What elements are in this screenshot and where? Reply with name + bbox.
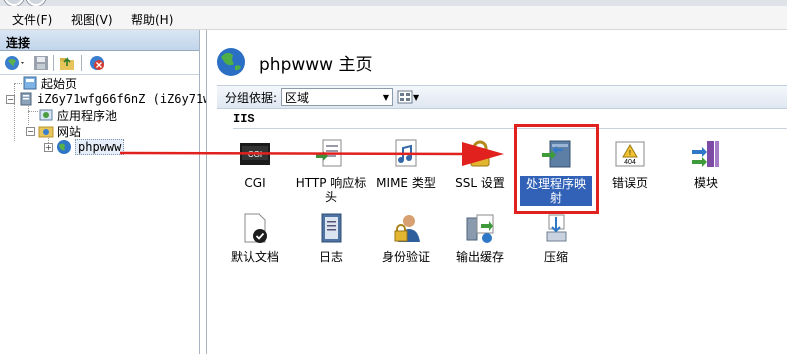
main-content-pane: phpwww 主页 分组依据: 区域 ▼ ▼ IIS [206, 30, 787, 354]
feature-ssl-settings[interactable]: SSL 设置 [444, 138, 516, 190]
server-icon [20, 92, 32, 106]
feature-label-output-caching: 输出缓存 [455, 250, 504, 264]
group-by-bar: 分组依据: 区域 ▼ ▼ [217, 85, 787, 109]
menu-view[interactable]: 视图(V) [71, 11, 113, 28]
annotation-highlight-box [514, 124, 599, 214]
svg-text:404: 404 [624, 159, 636, 166]
menu-help[interactable]: 帮助(H) [131, 11, 173, 28]
chevron-down-icon: ▼ [413, 92, 420, 102]
feature-modules[interactable]: 模块 [670, 138, 742, 190]
default-document-icon [238, 212, 272, 246]
feature-logging[interactable]: 日志 [295, 212, 367, 264]
http-response-headers-icon [314, 138, 348, 172]
feature-label-default-document: 默认文档 [230, 250, 279, 264]
svg-text:CGI: CGI [248, 150, 262, 159]
sites-folder-icon [38, 126, 54, 138]
group-by-value: 区域 [285, 90, 310, 105]
section-header-iis: IIS [233, 112, 787, 129]
feature-authentication[interactable]: 身份验证 [370, 212, 442, 264]
connections-header: 连接 [0, 30, 199, 51]
collapse-icon[interactable]: − [6, 94, 15, 104]
tree-label-server: iZ6y71wfg66f6nZ (iZ6y71wfg [37, 92, 225, 106]
mime-types-icon [389, 138, 423, 172]
modules-icon [689, 138, 723, 172]
tree-item-start-page[interactable]: 起始页 [22, 75, 77, 91]
connections-toolbar [0, 51, 199, 75]
group-by-select[interactable]: 区域 ▼ [281, 88, 394, 106]
feature-output-caching[interactable]: 输出缓存 [444, 212, 516, 264]
page-header: phpwww 主页 [215, 42, 372, 82]
feature-label-logging: 日志 [318, 250, 343, 264]
tree-label-sites: 网站 [57, 124, 82, 139]
connections-pane: 连接 起始页 − iZ6y71wfg66f6nZ (iZ6y71wfg 应用程序… [0, 30, 225, 354]
logging-icon [314, 212, 348, 246]
feature-label-http-response-headers: HTTP 响应标头 [295, 176, 367, 204]
compression-icon [539, 212, 573, 246]
menu-bar: 文件(F) 视图(V) 帮助(H) [0, 6, 787, 30]
feature-mime-types[interactable]: MIME 类型 [370, 138, 442, 190]
expand-icon[interactable]: + [44, 142, 53, 152]
feature-cgi[interactable]: CGI CGI [219, 138, 291, 190]
view-mode-button[interactable]: ▼ [397, 88, 423, 106]
output-caching-icon [463, 212, 497, 246]
feature-label-error-pages: 错误页 [611, 176, 648, 190]
ssl-settings-icon [463, 138, 497, 172]
feature-label-cgi: CGI [244, 176, 266, 190]
feature-compression[interactable]: 压缩 [520, 212, 592, 264]
start-page-icon [23, 76, 37, 90]
tree-label-site: phpwww [75, 139, 125, 155]
error-pages-icon: ! 404 [613, 138, 647, 172]
authentication-icon [389, 212, 423, 246]
tree-label-app-pools: 应用程序池 [57, 108, 118, 123]
app-pools-icon [39, 109, 53, 121]
feature-label-compression: 压缩 [543, 250, 568, 264]
chevron-down-icon: ▼ [382, 93, 390, 102]
feature-http-response-headers[interactable]: HTTP 响应标头 [295, 138, 367, 204]
view-grid-icon [397, 90, 413, 104]
group-by-label: 分组依据: [225, 90, 278, 105]
feature-default-document[interactable]: 默认文档 [219, 212, 291, 264]
tree-item-sites[interactable]: − 网站 [26, 123, 81, 139]
disconnect-icon[interactable] [88, 54, 106, 72]
up-folder-icon[interactable] [58, 54, 76, 72]
feature-label-ssl-settings: SSL 设置 [455, 176, 505, 190]
menu-file[interactable]: 文件(F) [12, 11, 52, 28]
feature-label-mime-types: MIME 类型 [376, 176, 436, 190]
globe-icon [217, 48, 245, 76]
tree-item-app-pools[interactable]: 应用程序池 [38, 107, 117, 123]
collapse-icon[interactable]: − [26, 126, 35, 136]
tree-item-site[interactable]: + phpwww [44, 139, 125, 155]
page-title: phpwww 主页 [259, 54, 373, 75]
cgi-icon: CGI [238, 138, 272, 172]
save-icon[interactable] [32, 54, 50, 72]
svg-text:!: ! [629, 150, 631, 157]
tree-item-server[interactable]: − iZ6y71wfg66f6nZ (iZ6y71wfg [6, 91, 225, 107]
globe-icon [57, 140, 71, 154]
connect-icon[interactable] [4, 54, 24, 72]
feature-label-authentication: 身份验证 [381, 250, 430, 264]
tree-label-start-page: 起始页 [41, 76, 78, 91]
feature-error-pages[interactable]: ! 404 错误页 [594, 138, 666, 190]
feature-label-modules: 模块 [693, 176, 718, 190]
